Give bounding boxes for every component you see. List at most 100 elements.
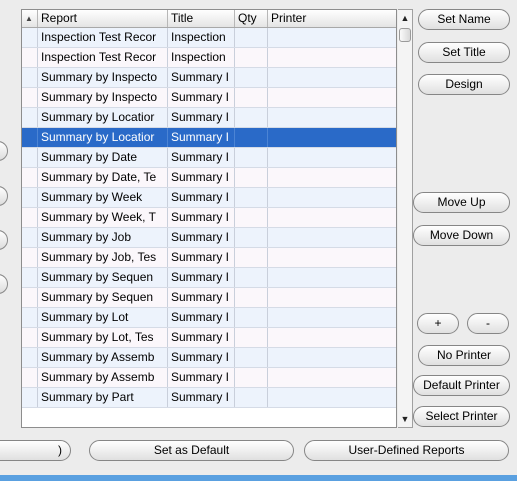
table-scrollbar[interactable]: ▲ ▼ (398, 9, 413, 428)
table-row[interactable]: Summary by Inspecto Summary I (22, 88, 396, 108)
cell-title: Summary I (168, 88, 235, 107)
edge-radio-button-2[interactable] (0, 186, 8, 206)
cell-printer (268, 48, 396, 67)
cell-title: Summary I (168, 388, 235, 407)
set-title-button[interactable]: Set Title (418, 42, 510, 63)
cell-row-marker (22, 288, 38, 307)
cell-printer (268, 108, 396, 127)
report-table[interactable]: ▲ Report Title Qty Printer Inspection Te… (21, 9, 397, 428)
cell-title: Summary I (168, 288, 235, 307)
select-printer-button[interactable]: Select Printer (413, 406, 510, 427)
edge-radio-button-3[interactable] (0, 230, 8, 250)
table-row[interactable]: Summary by Sequen Summary I (22, 288, 396, 308)
cell-report: Summary by Job, Tes (38, 248, 168, 267)
cell-printer (268, 128, 396, 147)
column-header-printer[interactable]: Printer (268, 10, 396, 27)
cell-qty (235, 128, 268, 147)
table-row[interactable]: Summary by Locatior Summary I (22, 128, 396, 148)
cell-row-marker (22, 208, 38, 227)
table-row[interactable]: Summary by Assemb Summary I (22, 348, 396, 368)
cell-qty (235, 388, 268, 407)
table-row[interactable]: Summary by Job, Tes Summary I (22, 248, 396, 268)
set-name-button[interactable]: Set Name (418, 9, 510, 30)
cell-report: Summary by Locatior (38, 128, 168, 147)
cell-title: Summary I (168, 268, 235, 287)
cell-printer (268, 28, 396, 47)
cell-row-marker (22, 188, 38, 207)
cell-report: Summary by Week (38, 188, 168, 207)
set-as-default-button[interactable]: Set as Default (89, 440, 294, 461)
edge-radio-button-4[interactable] (0, 274, 8, 294)
table-row[interactable]: Summary by Job Summary I (22, 228, 396, 248)
table-row[interactable]: Inspection Test Recor Inspection (22, 28, 396, 48)
cell-printer (268, 228, 396, 247)
cell-row-marker (22, 148, 38, 167)
table-row[interactable]: Summary by Part Summary I (22, 388, 396, 408)
cell-qty (235, 268, 268, 287)
move-down-button[interactable]: Move Down (413, 225, 510, 246)
table-row[interactable]: Summary by Locatior Summary I (22, 108, 396, 128)
cell-qty (235, 168, 268, 187)
cell-printer (268, 268, 396, 287)
table-row[interactable]: Summary by Date Summary I (22, 148, 396, 168)
cell-row-marker (22, 128, 38, 147)
scroll-thumb[interactable] (399, 28, 411, 42)
table-row[interactable]: Summary by Week, T Summary I (22, 208, 396, 228)
cell-row-marker (22, 308, 38, 327)
cell-printer (268, 208, 396, 227)
cell-qty (235, 308, 268, 327)
partial-left-button[interactable]: ) (0, 440, 71, 461)
cell-title: Summary I (168, 108, 235, 127)
table-row[interactable]: Summary by Week Summary I (22, 188, 396, 208)
cell-row-marker (22, 328, 38, 347)
table-row[interactable]: Summary by Lot, Tes Summary I (22, 328, 396, 348)
table-row[interactable]: Summary by Sequen Summary I (22, 268, 396, 288)
cell-printer (268, 388, 396, 407)
cell-row-marker (22, 88, 38, 107)
cell-printer (268, 308, 396, 327)
cell-row-marker (22, 108, 38, 127)
cell-row-marker (22, 28, 38, 47)
cell-report: Summary by Date, Te (38, 168, 168, 187)
cell-row-marker (22, 48, 38, 67)
cell-row-marker (22, 268, 38, 287)
scroll-up-arrow-icon[interactable]: ▲ (398, 10, 412, 26)
table-header: ▲ Report Title Qty Printer (22, 10, 396, 28)
cell-title: Summary I (168, 368, 235, 387)
move-up-button[interactable]: Move Up (413, 192, 510, 213)
cell-title: Summary I (168, 328, 235, 347)
no-printer-button[interactable]: No Printer (418, 345, 510, 366)
scroll-down-arrow-icon[interactable]: ▼ (398, 411, 412, 427)
table-row[interactable]: Inspection Test Recor Inspection (22, 48, 396, 68)
cell-row-marker (22, 348, 38, 367)
default-printer-button[interactable]: Default Printer (413, 375, 510, 396)
cell-report: Summary by Sequen (38, 288, 168, 307)
cell-row-marker (22, 228, 38, 247)
sort-column-header[interactable]: ▲ (22, 10, 38, 27)
edge-radio-button-1[interactable] (0, 141, 8, 161)
table-row[interactable]: Summary by Date, Te Summary I (22, 168, 396, 188)
cell-report: Summary by Lot, Tes (38, 328, 168, 347)
cell-title: Summary I (168, 308, 235, 327)
column-header-qty[interactable]: Qty (235, 10, 268, 27)
cell-report: Summary by Sequen (38, 268, 168, 287)
cell-printer (268, 148, 396, 167)
cell-report: Summary by Date (38, 148, 168, 167)
add-button[interactable]: + (417, 313, 459, 334)
table-row[interactable]: Summary by Lot Summary I (22, 308, 396, 328)
column-header-title[interactable]: Title (168, 10, 235, 27)
remove-button[interactable]: - (467, 313, 509, 334)
cell-qty (235, 368, 268, 387)
column-header-report[interactable]: Report (38, 10, 168, 27)
table-row[interactable]: Summary by Inspecto Summary I (22, 68, 396, 88)
cell-qty (235, 108, 268, 127)
cell-qty (235, 68, 268, 87)
cell-qty (235, 248, 268, 267)
cell-row-marker (22, 168, 38, 187)
cell-row-marker (22, 368, 38, 387)
cell-report: Summary by Inspecto (38, 68, 168, 87)
design-button[interactable]: Design (418, 74, 510, 95)
cell-printer (268, 328, 396, 347)
user-defined-reports-button[interactable]: User-Defined Reports (304, 440, 509, 461)
table-row[interactable]: Summary by Assemb Summary I (22, 368, 396, 388)
